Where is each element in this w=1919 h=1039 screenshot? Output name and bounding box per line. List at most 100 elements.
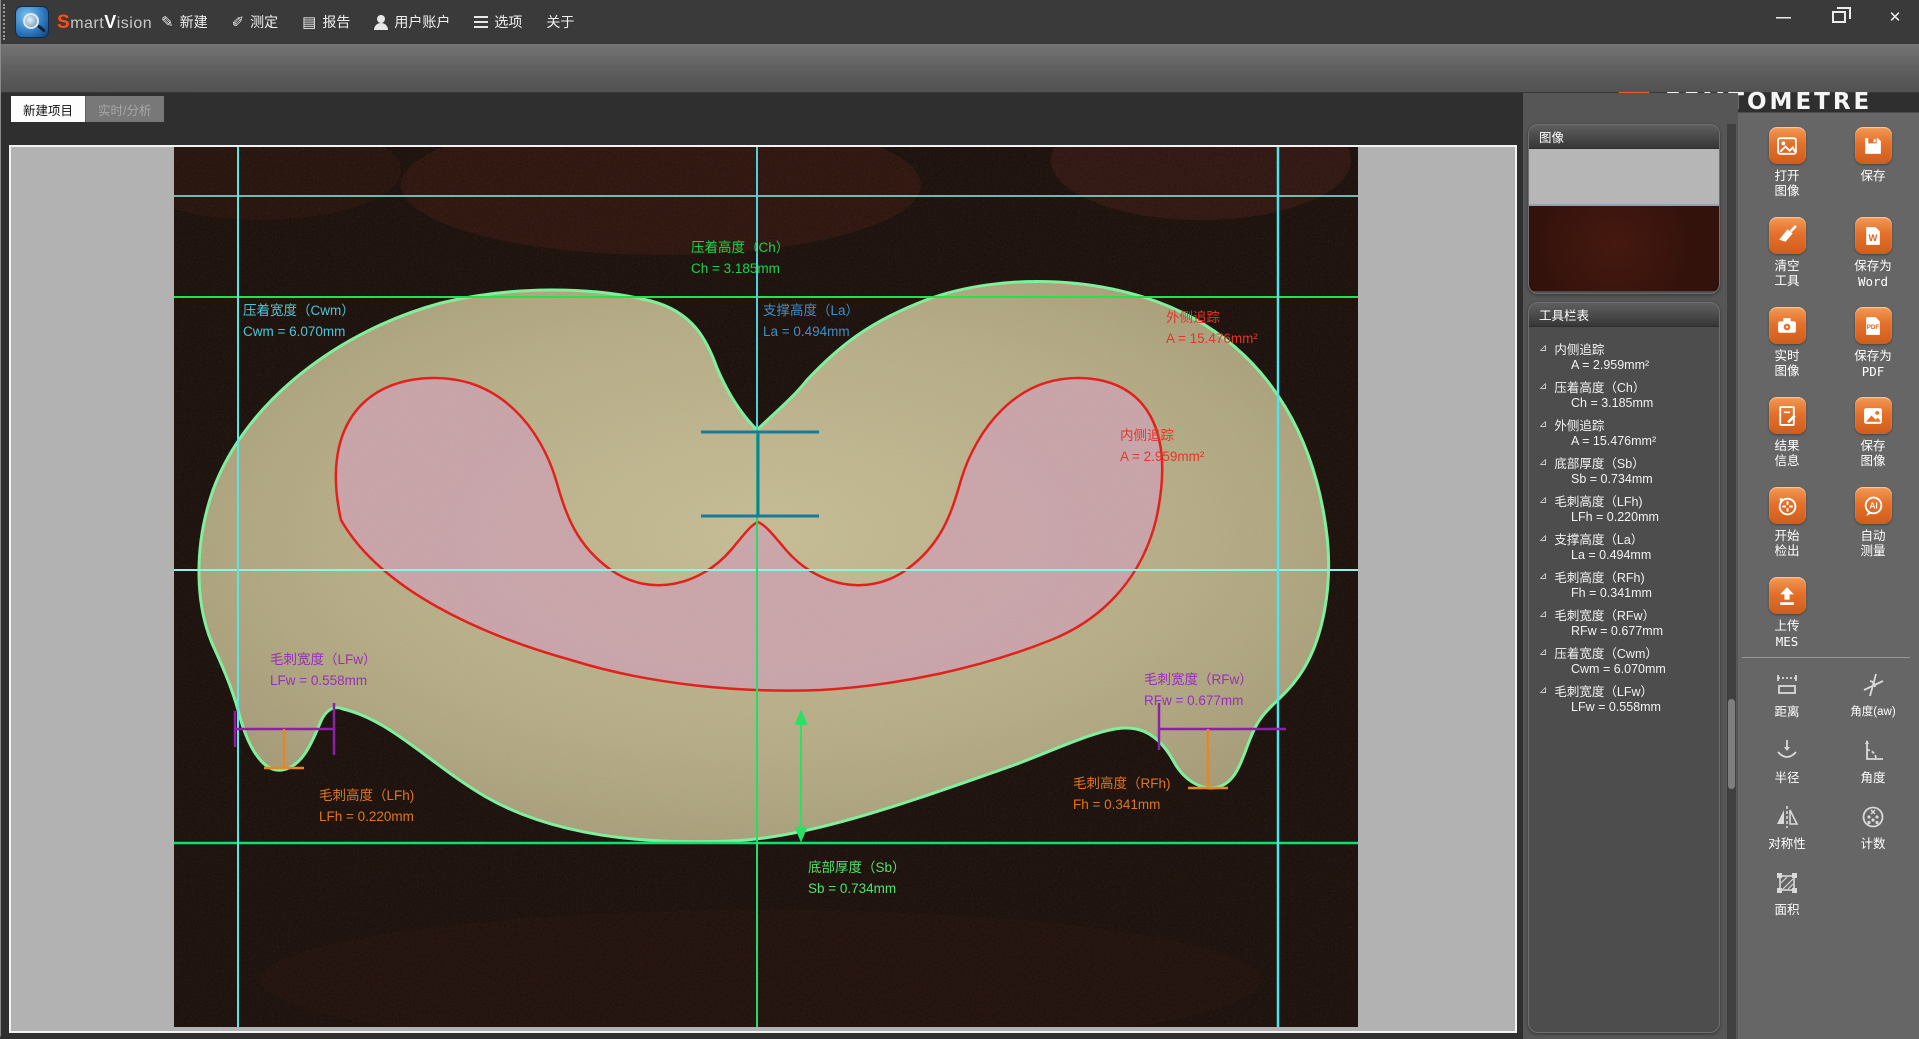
list-item[interactable]: ⊿压着宽度（Cwm） Cwm = 6.070mm <box>1539 643 1719 681</box>
user-icon <box>374 15 388 30</box>
list-item[interactable]: ⊿毛刺宽度（RFw） RFw = 0.677mm <box>1539 605 1719 643</box>
svg-text:PDF: PDF <box>1867 324 1880 331</box>
toolbar-divider <box>1742 657 1910 658</box>
menu-about[interactable]: 关于 <box>534 0 586 44</box>
triangle-bullet-icon: ⊿ <box>1539 571 1547 582</box>
triangle-bullet-icon: ⊿ <box>1539 343 1547 354</box>
options-icon <box>474 16 488 18</box>
area-tool-button[interactable]: 面积 <box>1744 868 1830 918</box>
label-outer-trace: 外侧追踪A = 15.476mm² <box>1166 307 1258 349</box>
clear-tools-icon <box>1769 217 1806 254</box>
save-button[interactable]: 保存 <box>1830 127 1916 199</box>
label-burr-height-right: 毛刺高度（RFh)Fh = 0.341mm <box>1073 773 1171 815</box>
auto-measure-icon: AI <box>1855 487 1892 524</box>
sidebar: 图像 工具栏表 ⊿内侧追踪 A = 2.959mm² ⊿压着高度（Ch） Ch … <box>1523 124 1738 1039</box>
label-inner-trace: 内侧追踪A = 2.959mm² <box>1120 425 1204 467</box>
angle-aw-tool-button[interactable]: 角度(aw) <box>1830 670 1916 720</box>
svg-text:AI: AI <box>1869 500 1877 510</box>
start-detect-button[interactable]: 开始检出 <box>1744 487 1830 559</box>
save-word-icon: W <box>1855 217 1892 254</box>
list-item[interactable]: ⊿压着高度（Ch） Ch = 3.185mm <box>1539 377 1719 415</box>
symmetry-icon <box>1772 802 1802 832</box>
list-item[interactable]: ⊿支撑高度（La） La = 0.494mm <box>1539 529 1719 567</box>
radius-tool-button[interactable]: 半径 <box>1744 736 1830 786</box>
menubar: ✎ 新建 ✐ 测定 ▤ 报告 用户账户 选项 关于 <box>149 0 586 44</box>
image-viewport[interactable]: 压着高度（Ch）Ch = 3.185mm 支撑高度（La）La = 0.494m… <box>9 145 1517 1033</box>
angle-aw-icon <box>1858 670 1888 700</box>
tab-live-analysis[interactable]: 实时/分析 <box>85 96 163 122</box>
triangle-bullet-icon: ⊿ <box>1539 609 1547 620</box>
list-item[interactable]: ⊿毛刺高度（RFh) Fh = 0.341mm <box>1539 567 1719 605</box>
list-item[interactable]: ⊿内侧追踪 A = 2.959mm² <box>1539 339 1719 377</box>
titlebar: SmartVision ✎ 新建 ✐ 测定 ▤ 报告 用户账户 选项 <box>1 0 1919 44</box>
clear-tools-button[interactable]: 清空工具 <box>1744 217 1830 289</box>
label-burr-height-left: 毛刺高度（LFh)LFh = 0.220mm <box>319 785 414 827</box>
toolbar: ✔ 管理员 ✔ 发现 MES 相机名称： Huaray Technology:E… <box>1 44 1919 93</box>
label-burr-width-left: 毛刺宽度（LFw）LFw = 0.558mm <box>270 649 377 691</box>
label-support-height: 支撑高度（La）La = 0.494mm <box>763 300 859 342</box>
area-icon <box>1772 868 1802 898</box>
window-controls: — ✕ <box>1768 8 1910 26</box>
thumbnail-empty[interactable] <box>1529 149 1719 206</box>
list-item[interactable]: ⊿毛刺宽度（LFw） LFw = 0.558mm <box>1539 681 1719 719</box>
menu-measure[interactable]: ✐ 测定 <box>220 0 291 44</box>
result-info-icon <box>1769 397 1806 434</box>
menu-options-label: 选项 <box>494 12 522 32</box>
open-image-icon <box>1769 127 1806 164</box>
new-doc-icon: ✎ <box>161 13 174 31</box>
menu-new-label: 新建 <box>180 12 208 32</box>
menu-options[interactable]: 选项 <box>462 0 534 44</box>
report-icon: ▤ <box>302 13 316 31</box>
distance-tool-button[interactable]: 距离 <box>1744 670 1830 720</box>
sidebar-scrollbar[interactable] <box>1727 124 1736 1039</box>
minimize-button[interactable]: — <box>1768 9 1798 26</box>
menu-about-label: 关于 <box>546 12 574 32</box>
list-item[interactable]: ⊿外侧追踪 A = 15.476mm² <box>1539 415 1719 453</box>
list-item[interactable]: ⊿毛刺高度（LFh) LFh = 0.220mm <box>1539 491 1719 529</box>
save-pdf-button[interactable]: PDF 保存为PDF <box>1830 307 1916 379</box>
app-logo-icon <box>15 6 49 38</box>
save-image-icon <box>1855 397 1892 434</box>
angle-icon <box>1858 736 1888 766</box>
triangle-bullet-icon: ⊿ <box>1539 647 1547 658</box>
tab-new-project[interactable]: 新建项目 <box>11 96 85 122</box>
drag-handle[interactable] <box>3 4 7 40</box>
triangle-bullet-icon: ⊿ <box>1539 419 1547 430</box>
symmetry-tool-button[interactable]: 对称性 <box>1744 802 1830 852</box>
triangle-bullet-icon: ⊿ <box>1539 495 1547 506</box>
close-button[interactable]: ✕ <box>1880 8 1910 26</box>
list-item[interactable]: ⊿底部厚度（Sb） Sb = 0.734mm <box>1539 453 1719 491</box>
save-image-button[interactable]: 保存图像 <box>1830 397 1916 469</box>
label-crimp-height: 压着高度（Ch）Ch = 3.185mm <box>691 237 789 279</box>
micrograph-svg <box>174 147 1358 1027</box>
restore-button[interactable] <box>1832 11 1846 23</box>
tool-list: ⊿内侧追踪 A = 2.959mm² ⊿压着高度（Ch） Ch = 3.185m… <box>1529 327 1719 719</box>
open-image-button[interactable]: 打开图像 <box>1744 127 1830 199</box>
radius-icon <box>1772 736 1802 766</box>
thumbnail-micrograph[interactable] <box>1529 206 1719 291</box>
angle-tool-button[interactable]: 角度 <box>1830 736 1916 786</box>
live-image-icon <box>1769 307 1806 344</box>
measure-icon: ✐ <box>232 13 245 31</box>
save-word-button[interactable]: W 保存为Word <box>1830 217 1916 289</box>
count-tool-button[interactable]: 计数 <box>1830 802 1916 852</box>
micrograph[interactable]: 压着高度（Ch）Ch = 3.185mm 支撑高度（La）La = 0.494m… <box>174 147 1358 1027</box>
label-crimp-width: 压着宽度（Cwm）Cwm = 6.070mm <box>243 300 355 342</box>
triangle-bullet-icon: ⊿ <box>1539 685 1547 696</box>
triangle-bullet-icon: ⊿ <box>1539 457 1547 468</box>
live-image-button[interactable]: 实时图像 <box>1744 307 1830 379</box>
scrollbar-thumb[interactable] <box>1728 699 1735 789</box>
auto-measure-button[interactable]: AI 自动测量 <box>1830 487 1916 559</box>
upload-mes-button[interactable]: 上传MES <box>1744 577 1830 649</box>
menu-new[interactable]: ✎ 新建 <box>149 0 220 44</box>
label-burr-width-right: 毛刺宽度（RFw）RFw = 0.677mm <box>1144 669 1253 711</box>
magnifier-handle-icon <box>37 24 46 32</box>
menu-report[interactable]: ▤ 报告 <box>290 0 362 44</box>
label-bottom-thickness: 底部厚度（Sb）Sb = 0.734mm <box>808 857 906 899</box>
app-title-mart: mart <box>70 15 104 32</box>
result-info-button[interactable]: 结果信息 <box>1744 397 1830 469</box>
app-title-v: V <box>104 12 117 32</box>
menu-user-account[interactable]: 用户账户 <box>362 0 462 44</box>
app-title-s: S <box>57 12 70 33</box>
workspace: 压着高度（Ch）Ch = 3.185mm 支撑高度（La）La = 0.494m… <box>1 122 1523 1039</box>
